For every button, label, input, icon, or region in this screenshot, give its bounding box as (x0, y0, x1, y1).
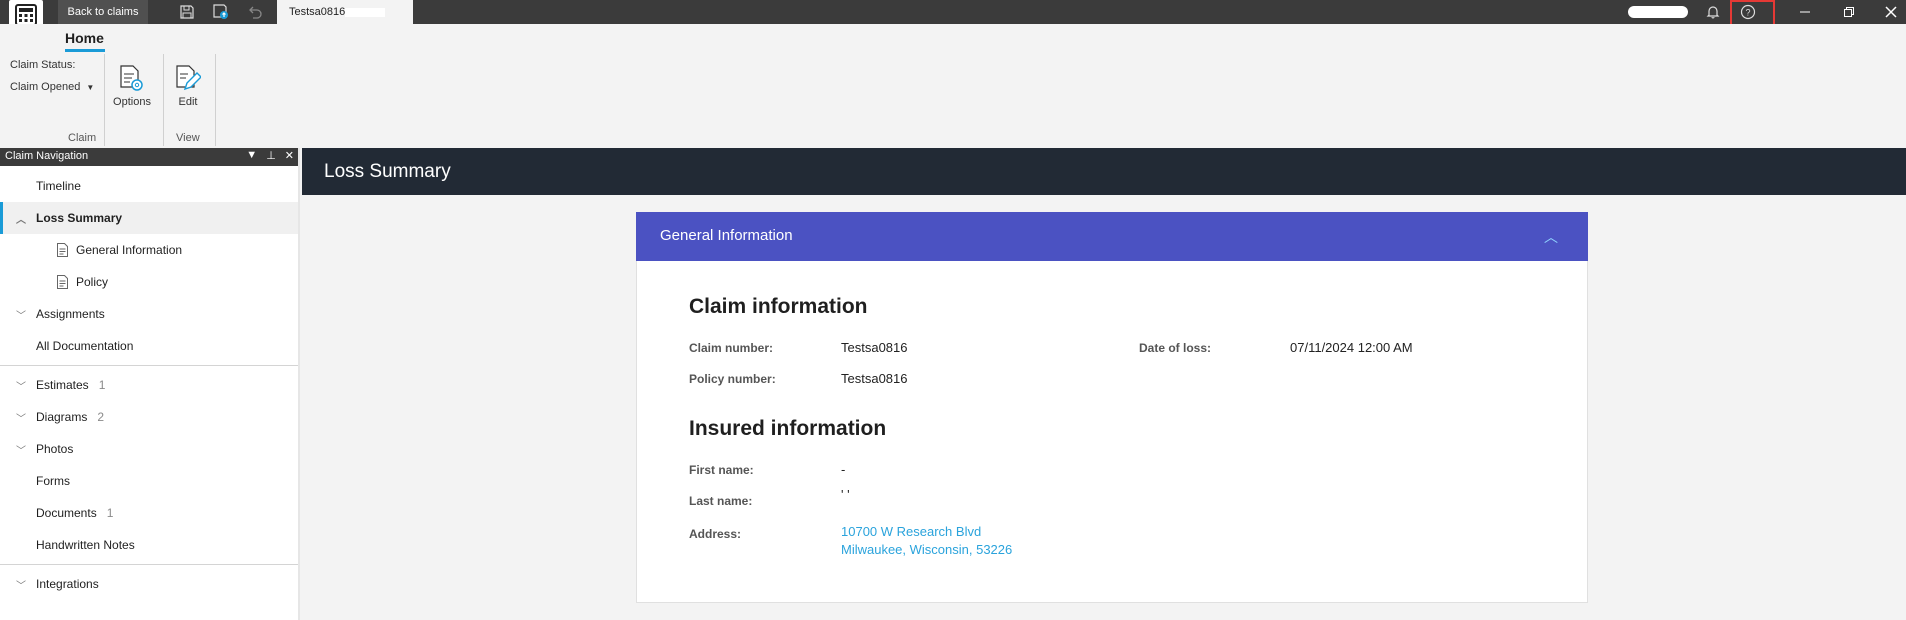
title-bar: Back to claims Testsa0816, ? (0, 0, 1906, 30)
claim-status-label: Claim Status: (10, 59, 76, 71)
count-badge: 1 (98, 378, 106, 392)
last-name-value: ' ' (841, 487, 850, 502)
insured-information-heading: Insured information (689, 417, 887, 440)
panel-menu-icon[interactable]: ▼ (246, 149, 257, 162)
options-gear-icon (120, 65, 143, 91)
address-line-2-link[interactable]: Milwaukee, Wisconsin, 53226 (841, 542, 1012, 557)
chevron-down-icon[interactable]: ﹀ (16, 577, 26, 592)
claim-number-value: Testsa0816 (841, 340, 908, 355)
nav-item-loss-summary[interactable]: ︿ Loss Summary (0, 202, 298, 234)
options-button[interactable]: Options (106, 61, 158, 111)
undo-icon[interactable] (246, 3, 264, 21)
date-of-loss-label: Date of loss: (1139, 341, 1212, 355)
card-title: General Information (660, 227, 793, 244)
chevron-down-icon[interactable]: ﹀ (16, 378, 26, 393)
nav-label: Diagrams (36, 410, 88, 424)
nav-item-handwritten-notes[interactable]: Handwritten Notes (0, 529, 298, 561)
nav-item-estimates[interactable]: ﹀ Estimates 1 (0, 369, 298, 401)
nav-label: Assignments (36, 307, 105, 321)
save-icon[interactable] (178, 3, 196, 21)
divider (215, 54, 216, 146)
chevron-up-icon[interactable]: ︿ (1544, 227, 1558, 247)
close-icon[interactable]: ✕ (285, 149, 294, 162)
nav-item-general-information[interactable]: General Information (0, 234, 298, 266)
back-to-claims-button[interactable]: Back to claims (58, 0, 148, 24)
edit-button[interactable]: Edit (162, 61, 214, 111)
tab-home[interactable]: Home (65, 30, 104, 46)
nav-label: Policy (76, 275, 109, 289)
nav-item-photos[interactable]: ﹀ Photos (0, 433, 298, 465)
nav-label: Forms (36, 474, 70, 488)
edit-label: Edit (178, 96, 198, 108)
pin-icon[interactable]: ⊥ (266, 149, 276, 162)
page-title: Loss Summary (302, 148, 1906, 195)
caret-down-icon: ▼ (86, 83, 95, 92)
last-name-label: Last name: (689, 494, 753, 508)
ribbon: Home Claim Status: Claim Opened ▼ Option… (0, 24, 1906, 148)
general-information-card: Claim information Claim number: Testsa08… (636, 261, 1588, 603)
nav-label: Timeline (36, 179, 81, 193)
nav-label: General Information (76, 243, 183, 257)
panel-header: Claim Navigation ▼ ⊥ ✕ (0, 148, 298, 166)
nav-item-documents[interactable]: Documents 1 (0, 497, 298, 529)
address-label: Address: (689, 527, 742, 541)
nav-item-all-documentation[interactable]: All Documentation (0, 330, 298, 362)
count-badge: 2 (97, 410, 105, 424)
tab-claim-document[interactable]: Testsa0816, (277, 0, 413, 24)
group-label-claim: Claim (68, 132, 97, 144)
claim-navigation-panel: Claim Navigation ▼ ⊥ ✕ Timeline ︿ Loss Su… (0, 148, 300, 620)
nav-label: Integrations (36, 577, 99, 591)
claim-information-heading: Claim information (689, 295, 868, 318)
count-badge: 1 (106, 506, 114, 520)
chevron-down-icon[interactable]: ﹀ (16, 410, 26, 425)
user-account-pill[interactable] (1628, 6, 1688, 18)
document-icon (57, 243, 68, 257)
nav-item-timeline[interactable]: Timeline (0, 170, 298, 202)
policy-number-value: Testsa0816 (841, 371, 908, 386)
restore-icon[interactable] (1834, 0, 1864, 24)
nav-label: Loss Summary (36, 211, 123, 225)
nav-label: Photos (36, 442, 74, 456)
first-name-label: First name: (689, 463, 754, 477)
policy-number-label: Policy number: (689, 372, 776, 386)
panel-title: Claim Navigation (5, 150, 89, 162)
options-label: Options (113, 96, 151, 108)
chevron-down-icon[interactable]: ﹀ (16, 442, 26, 457)
chevron-up-icon[interactable]: ︿ (16, 211, 26, 226)
claim-status-dropdown[interactable]: Claim Opened ▼ (10, 81, 94, 93)
redaction (345, 8, 385, 17)
date-of-loss-value: 07/11/2024 12:00 AM (1290, 340, 1413, 355)
chevron-down-icon[interactable]: ﹀ (16, 307, 26, 322)
minimize-icon[interactable] (1790, 0, 1820, 24)
divider (0, 365, 298, 366)
claim-number-label: Claim number: (689, 341, 774, 355)
nav-item-forms[interactable]: Forms (0, 465, 298, 497)
close-icon[interactable] (1876, 0, 1906, 24)
nav-label: Handwritten Notes (36, 538, 135, 552)
nav-item-policy[interactable]: Policy (0, 266, 298, 298)
claim-status-value: Claim Opened (10, 81, 81, 93)
first-name-value: - (841, 462, 846, 477)
nav-item-diagrams[interactable]: ﹀ Diagrams 2 (0, 401, 298, 433)
bell-icon[interactable] (1704, 3, 1722, 21)
tab-label: Testsa0816, (289, 6, 349, 18)
nav-label: Estimates (36, 378, 89, 392)
document-icon (57, 275, 68, 289)
divider (0, 564, 298, 565)
group-label-view: View (176, 132, 200, 144)
address-line-1-link[interactable]: 10700 W Research Blvd (841, 524, 981, 539)
general-information-header[interactable]: General Information ︿ (636, 212, 1588, 261)
nav-label: Documents (36, 506, 97, 520)
nav-item-integrations[interactable]: ﹀ Integrations (0, 568, 298, 600)
tab-underline (65, 49, 105, 52)
edit-pencil-icon (176, 65, 201, 91)
nav-item-assignments[interactable]: ﹀ Assignments (0, 298, 298, 330)
save-upload-icon[interactable] (212, 3, 230, 21)
divider (104, 54, 105, 146)
nav-label: All Documentation (36, 339, 134, 353)
